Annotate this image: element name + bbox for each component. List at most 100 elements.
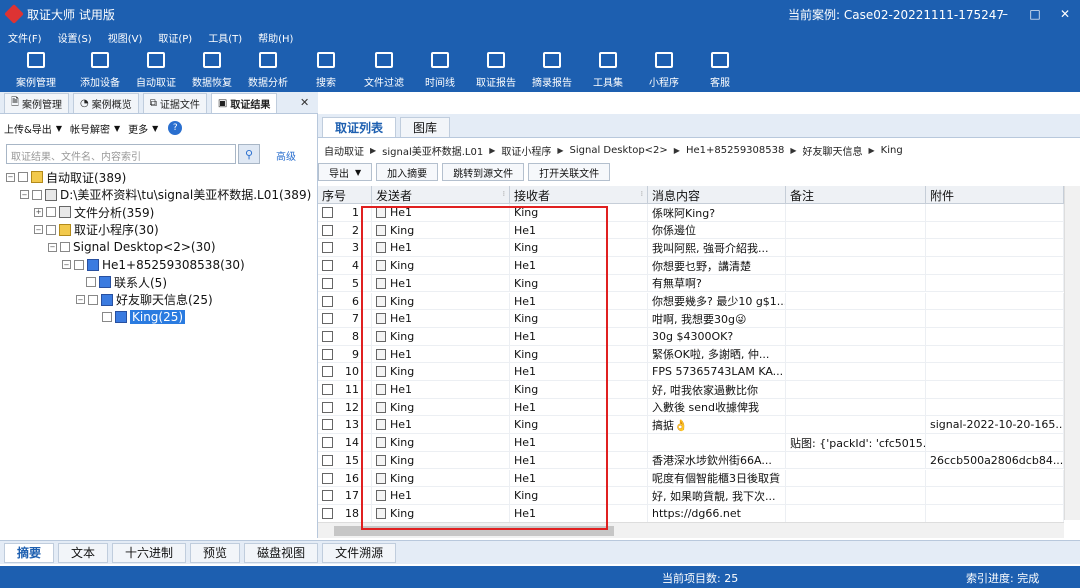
column-header-content[interactable]: 消息内容 <box>648 186 786 204</box>
expand-icon[interactable]: + <box>34 207 43 217</box>
breadcrumb-item[interactable]: 取证小程序 <box>501 143 551 158</box>
menu-file[interactable]: 文件(F) <box>0 30 50 45</box>
tab-evidence-list[interactable]: 取证列表 <box>322 117 397 137</box>
column-header-note[interactable]: 备注 <box>786 186 926 204</box>
tree-checkbox[interactable] <box>46 224 56 235</box>
menu-view[interactable]: 视图(V) <box>100 30 151 45</box>
row-checkbox[interactable] <box>322 384 333 395</box>
search-button[interactable]: ⚲ <box>238 144 260 164</box>
table-row[interactable]: 2 King He1 你係邊位 <box>318 221 1064 240</box>
table-row[interactable]: 1 He1 King 係咪阿King? <box>318 204 1064 222</box>
toolbar-mini-program-button[interactable]: 小程序 <box>636 46 692 92</box>
tree-node-evidence-file[interactable]: − D:\美亚杯资料\tu\signal美亚杯数据.L01(389) <box>20 186 311 204</box>
row-checkbox[interactable] <box>322 419 333 431</box>
help-icon[interactable]: ? <box>168 121 183 135</box>
table-row[interactable]: 10 King He1 FPS 57365743LAM KA... <box>318 363 1064 381</box>
filter-icon[interactable]: ⁞ <box>503 190 505 198</box>
row-checkbox[interactable] <box>322 295 333 307</box>
row-checkbox[interactable] <box>322 490 333 502</box>
tab-disk-view[interactable]: 磁盘视图 <box>244 542 319 563</box>
table-row[interactable]: 8 King He1 30g $4300OK? <box>318 327 1064 346</box>
toolbar-toolset-button[interactable]: 工具集 <box>580 46 636 92</box>
row-checkbox[interactable] <box>322 277 333 289</box>
breadcrumb-item[interactable]: King <box>881 145 903 156</box>
collapse-icon[interactable]: − <box>20 190 29 199</box>
toolbar-forensic-report-button[interactable]: 取证报告 <box>468 46 524 92</box>
row-checkbox[interactable] <box>322 507 333 519</box>
tree-node-account[interactable]: − He1+85259308538(30) <box>62 256 245 274</box>
column-header-sender[interactable]: 发送者 ⁞ <box>372 186 510 204</box>
tree-checkbox[interactable] <box>60 242 70 252</box>
tree-node-king[interactable]: King(25) <box>102 308 186 326</box>
breadcrumb-item[interactable]: 好友聊天信息 <box>803 143 863 158</box>
table-row[interactable]: 12 King He1 入數後 send收據俾我 <box>318 398 1064 417</box>
table-row[interactable]: 6 King He1 你想要幾多? 最少10 g$1... <box>318 292 1064 311</box>
table-row[interactable]: 3 He1 King 我叫阿熙, 強哥介紹我... <box>318 239 1064 258</box>
tree-checkbox[interactable] <box>18 172 28 182</box>
tab-file-trace[interactable]: 文件溯源 <box>322 542 397 563</box>
add-excerpt-button[interactable]: 加入摘要 <box>376 163 439 181</box>
row-checkbox[interactable] <box>322 401 333 413</box>
toolbar-case-management-button[interactable]: 案例管理 <box>0 46 72 92</box>
tree-checkbox[interactable] <box>46 207 56 217</box>
upload-export-dropdown[interactable]: 上传&导出 ▼ <box>0 119 66 137</box>
row-checkbox[interactable] <box>322 330 333 342</box>
tab-case-management[interactable]: 🗎 案例管理 <box>4 93 70 113</box>
column-header-no[interactable]: 序号 <box>318 186 372 204</box>
tree-node-mini-program[interactable]: − 取证小程序(30) <box>34 221 159 239</box>
export-dropdown[interactable]: 导出 ▼ <box>318 163 373 181</box>
tab-case-overview[interactable]: ◔ 案例概览 <box>73 93 139 113</box>
tree-node-auto-forensics[interactable]: − 自动取证(389) <box>6 168 126 186</box>
table-row[interactable]: 4 King He1 你想要乜野，講清楚 <box>318 257 1064 275</box>
table-row[interactable]: 14 King He1 贴图: {'packId': 'cfc5015... <box>318 434 1064 452</box>
table-row[interactable]: 15 King He1 香港深水埗欽州街66A... 26ccb500a2806dcb8… <box>318 451 1064 470</box>
tab-gallery[interactable]: 图库 <box>400 117 451 137</box>
close-button[interactable]: ✕ <box>1050 0 1080 28</box>
toolbar-data-analysis-button[interactable]: 数据分析 <box>240 46 296 92</box>
horizontal-scrollbar[interactable] <box>318 522 1064 538</box>
toolbar-customer-service-button[interactable]: 客服 <box>692 46 748 92</box>
breadcrumb-item[interactable]: signal美亚杯数据.L01 <box>382 143 483 158</box>
tab-preview[interactable]: 预览 <box>190 542 241 563</box>
close-tab-icon[interactable]: ✕ <box>300 96 309 109</box>
tree-node-file-analysis[interactable]: + 文件分析(359) <box>34 203 154 221</box>
menu-tools[interactable]: 工具(T) <box>200 30 250 45</box>
tree-checkbox[interactable] <box>86 277 96 287</box>
tree-node-contacts[interactable]: 联系人(5) <box>86 273 167 291</box>
more-dropdown[interactable]: 更多 ▼ <box>124 119 162 137</box>
tree-node-signal-desktop[interactable]: − Signal Desktop<2>(30) <box>48 238 216 256</box>
toolbar-search-button[interactable]: 搜索 <box>296 46 356 92</box>
tree-checkbox[interactable] <box>74 259 84 270</box>
tab-summary[interactable]: 摘要 <box>4 542 55 563</box>
menu-settings[interactable]: 设置(S) <box>50 30 100 45</box>
row-checkbox[interactable] <box>322 313 333 325</box>
collapse-icon[interactable]: − <box>6 172 15 182</box>
tree-checkbox[interactable] <box>102 312 112 322</box>
menu-forensics[interactable]: 取证(P) <box>150 30 200 45</box>
collapse-icon[interactable]: − <box>62 260 71 269</box>
minimize-button[interactable]: – <box>990 0 1020 28</box>
breadcrumb-item[interactable]: He1+85259308538 <box>686 145 784 156</box>
tab-text[interactable]: 文本 <box>58 542 109 563</box>
row-checkbox[interactable] <box>322 260 333 272</box>
row-checkbox[interactable] <box>322 454 333 466</box>
table-row[interactable]: 18 King He1 https://dg66.net <box>318 504 1064 522</box>
toolbar-auto-forensics-button[interactable]: 自动取证 <box>128 46 184 92</box>
tab-forensic-results[interactable]: ▣ 取证结果 <box>210 93 278 113</box>
table-row[interactable]: 9 He1 King 緊係OK啦, 多謝晒, 仲... <box>318 345 1064 364</box>
row-checkbox[interactable] <box>322 348 333 360</box>
table-row[interactable]: 5 He1 King 有無草啊? <box>318 274 1064 293</box>
breadcrumb-item[interactable]: 自动取证 <box>324 143 364 158</box>
tree-checkbox[interactable] <box>88 294 98 305</box>
vertical-scrollbar[interactable] <box>1064 186 1080 520</box>
scroll-thumb[interactable] <box>334 526 614 536</box>
tab-hex[interactable]: 十六进制 <box>112 542 187 563</box>
tab-evidence-files[interactable]: ⧉ 证据文件 <box>142 93 207 113</box>
open-related-file-button[interactable]: 打开关联文件 <box>528 163 611 181</box>
table-row[interactable]: 17 He1 King 好, 如果啲貨靚, 我下次... <box>318 487 1064 505</box>
collapse-icon[interactable]: − <box>76 295 85 304</box>
toolbar-file-filter-button[interactable]: 文件过滤 <box>356 46 412 92</box>
column-header-receiver[interactable]: 接收者 ⁞ <box>510 186 648 204</box>
account-decrypt-dropdown[interactable]: 帐号解密 ▼ <box>66 119 124 137</box>
tree-node-friend-chats[interactable]: − 好友聊天信息(25) <box>76 291 213 309</box>
